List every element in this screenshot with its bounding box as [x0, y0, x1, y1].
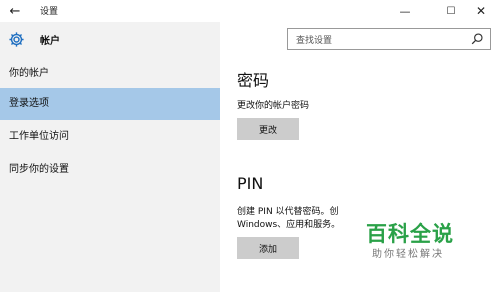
- minimize-icon: —: [399, 4, 411, 18]
- pin-section-title: PIN: [237, 174, 264, 193]
- password-section-title: 密码: [237, 71, 270, 90]
- section-header: 帐户: [40, 36, 60, 47]
- back-button[interactable]: ←: [6, 2, 24, 20]
- sidebar-item-label: 工作单位访问: [9, 131, 69, 142]
- sidebar-item-your-account[interactable]: 你的帐户: [0, 58, 220, 90]
- button-label: 更改: [258, 125, 277, 136]
- sidebar-item-sign-in-options[interactable]: 登录选项: [0, 88, 220, 120]
- window-title: 设置: [40, 7, 59, 17]
- maximize-icon: ☐: [446, 5, 456, 17]
- sidebar-item-label: 登录选项: [9, 98, 49, 109]
- password-description: 更改你的帐户密码: [237, 101, 310, 111]
- add-pin-button[interactable]: 添加: [237, 237, 299, 259]
- change-password-button[interactable]: 更改: [237, 118, 299, 140]
- search-placeholder: 查找设置: [296, 36, 333, 46]
- button-label: 添加: [258, 244, 277, 255]
- close-icon: ✕: [475, 4, 487, 18]
- pin-description-line2: Windows、应用和服务。: [237, 220, 341, 230]
- sidebar-item-label: 你的帐户: [9, 68, 49, 79]
- sidebar-item-work-access[interactable]: 工作单位访问: [0, 121, 220, 153]
- sidebar-header: 帐户: [0, 22, 220, 58]
- sidebar-item-label: 同步你的设置: [9, 164, 69, 175]
- pin-description-line1: 创建 PIN 以代替密码。创: [237, 207, 339, 217]
- sidebar-item-sync-settings[interactable]: 同步你的设置: [0, 154, 220, 186]
- close-button[interactable]: ✕: [462, 0, 500, 22]
- gear-icon: [9, 32, 24, 47]
- back-arrow-icon: ←: [9, 3, 21, 19]
- search-input[interactable]: 查找设置: [287, 28, 491, 50]
- title-bar: ← 设置 — ☐ ✕: [0, 0, 500, 22]
- watermark-slogan: 助你轻松解决: [372, 249, 444, 260]
- search-icon[interactable]: [470, 32, 484, 46]
- sidebar: 帐户 你的帐户 登录选项 工作单位访问 同步你的设置: [0, 22, 220, 292]
- watermark-logo: 百科全说: [366, 222, 454, 246]
- minimize-button[interactable]: —: [386, 0, 424, 22]
